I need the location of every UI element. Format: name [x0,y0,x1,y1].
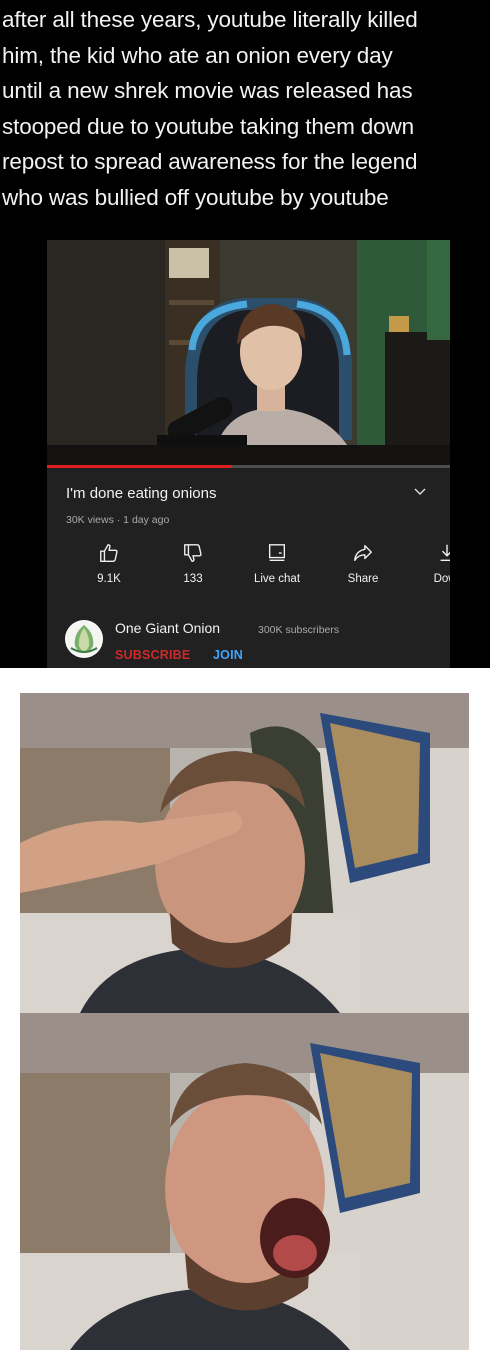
thumbs-down-icon [184,544,202,562]
dislike-count: 133 [183,573,203,585]
download-button[interactable]: Dowr [417,542,450,585]
onion-logo-icon [66,621,102,657]
youtube-video-card: I'm done eating onions 30K views · 1 day… [47,240,450,668]
crying-salute-frame-2 [20,1013,469,1350]
progress-bar-fill [47,465,233,468]
subscribe-button[interactable]: SUBSCRIBE [115,648,190,662]
like-count: 9.1K [97,573,121,585]
join-button[interactable]: JOIN [213,648,243,662]
live-chat-button[interactable]: Live chat [247,542,307,585]
channel-name[interactable]: One Giant Onion [115,620,220,636]
caption-line: who was bullied off youtube by youtube [2,184,389,210]
chevron-down-icon[interactable] [413,486,427,498]
video-frame-thumbnail [47,240,450,468]
caption-line: stooped due to youtube taking them down [2,113,414,139]
caption-line: repost to spread awareness for the legen… [2,149,418,174]
video-player[interactable] [47,240,450,468]
dislike-button[interactable]: 133 [163,542,223,585]
crying-salute-frame-1 [20,693,469,1013]
share-button[interactable]: Share [333,542,393,585]
caption-line: him, the kid who ate an onion every day [2,42,393,68]
download-icon [440,544,450,562]
crying-photo [20,1013,469,1350]
live-chat-icon [268,544,286,562]
progress-bar[interactable] [47,465,450,468]
caption-line: until a new shrek movie was released has [2,78,413,103]
caption-text: after all these years, youtube literally… [2,2,488,215]
thumbs-up-icon [100,544,118,562]
share-icon [354,544,372,562]
live-chat-label: Live chat [253,573,301,585]
tweet-screenshot-panel: after all these years, youtube literally… [0,0,490,668]
channel-avatar[interactable] [65,620,103,658]
subscriber-count: 300K subscribers [258,624,340,636]
caption-line: after all these years, youtube literally… [2,7,418,32]
video-meta: 30K views · 1 day ago [66,514,170,526]
share-label: Share [347,573,379,585]
download-label: Dowr [433,573,450,585]
video-title[interactable]: I'm done eating onions [66,485,216,502]
like-button[interactable]: 9.1K [79,542,139,585]
salute-photo [20,693,469,1013]
